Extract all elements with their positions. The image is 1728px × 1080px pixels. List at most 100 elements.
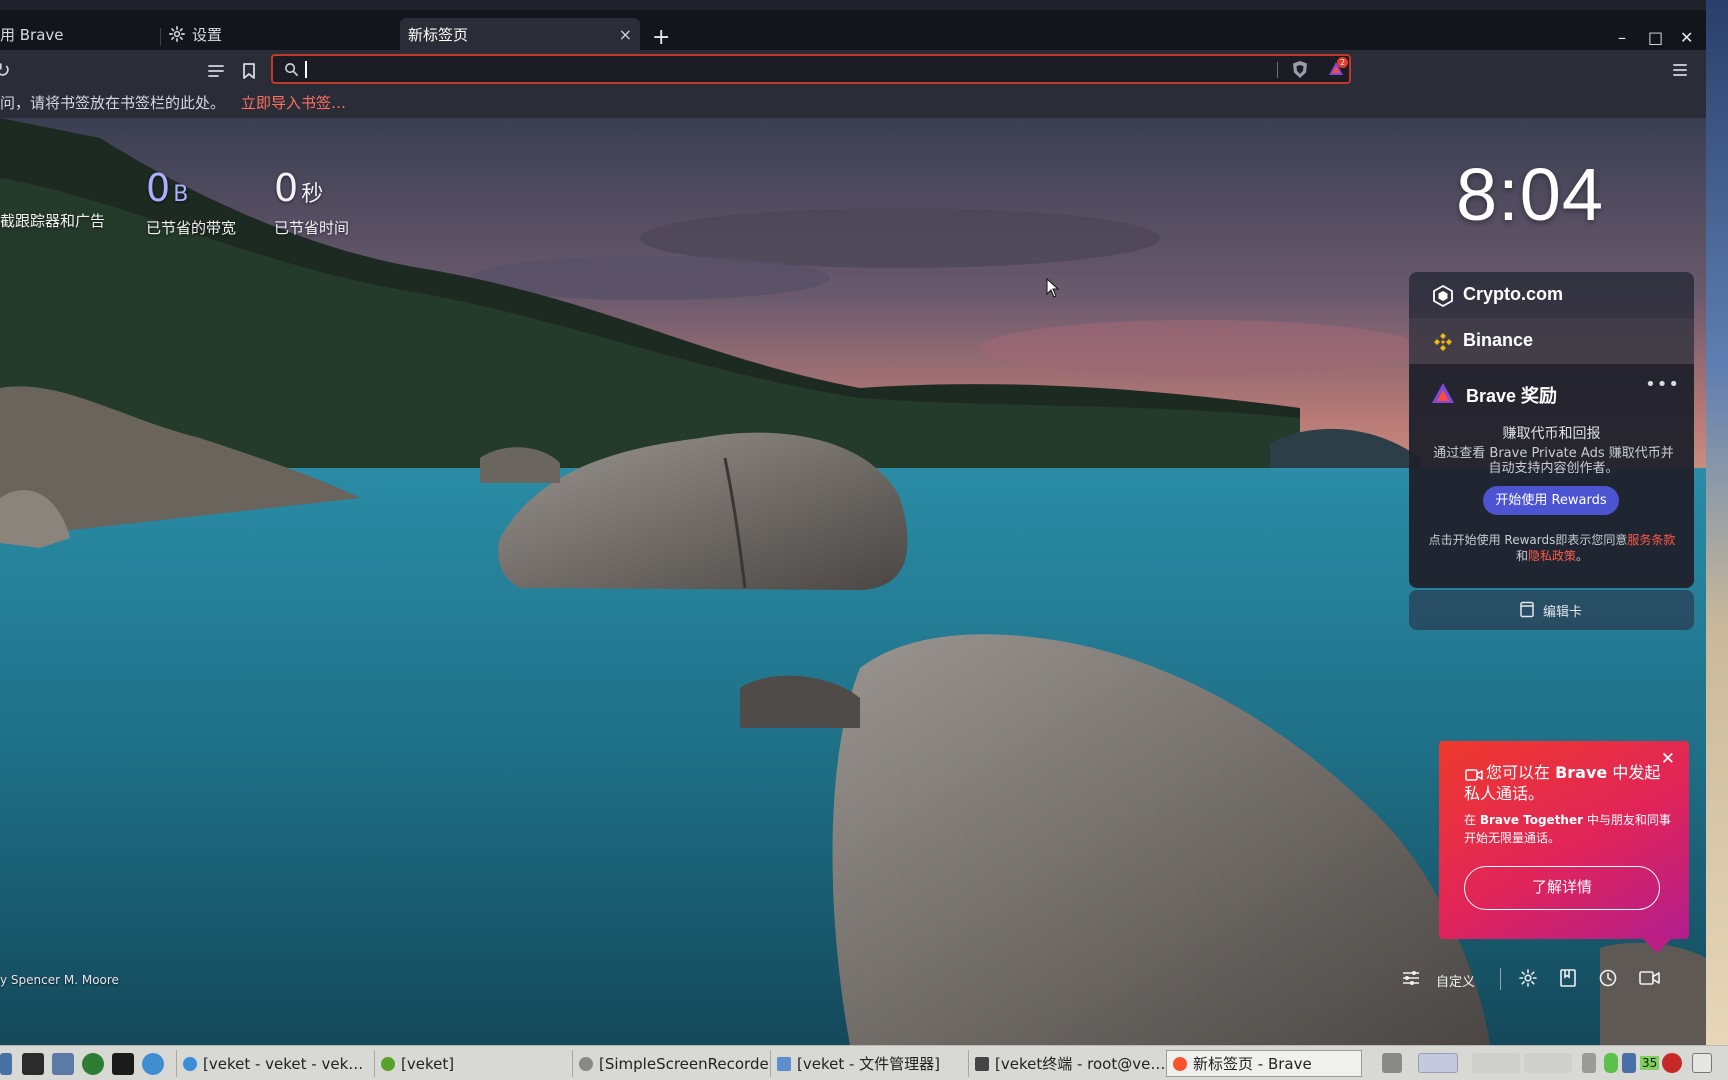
taskbar-item[interactable]: [SimpleScreenRecorder] bbox=[572, 1050, 768, 1077]
brave-talk-icon[interactable] bbox=[1638, 968, 1662, 988]
tab-settings[interactable]: 设置 bbox=[160, 18, 400, 50]
taskbar-item-label: [veket] bbox=[401, 1054, 455, 1073]
learn-more-button[interactable]: 了解详情 bbox=[1464, 866, 1660, 910]
search-icon bbox=[285, 63, 298, 76]
tab-label: 设置 bbox=[192, 25, 223, 44]
network-tray-icon[interactable] bbox=[1622, 1053, 1636, 1073]
new-tab-page: 截跟踪器和广告 0B 已节省的带宽 0秒 已节省时间 8:04 Crypto.c… bbox=[0, 118, 1706, 1045]
taskbar-item[interactable]: [veket - veket - vek… bbox=[176, 1050, 372, 1077]
workspace-1[interactable] bbox=[1418, 1053, 1458, 1073]
rewards-legal-text: 点击开始使用 Rewards即表示您同意服务条款和隐私政策。 bbox=[1427, 532, 1677, 564]
file-manager-icon bbox=[777, 1056, 791, 1071]
hamburger-menu-icon[interactable] bbox=[1671, 61, 1689, 79]
rewards-badge: 2 bbox=[1337, 57, 1348, 68]
keyboard-tray-icon[interactable] bbox=[1582, 1053, 1596, 1073]
binance-title: Binance bbox=[1463, 330, 1534, 350]
bookmarks-icon[interactable] bbox=[1558, 968, 1578, 988]
settings-launcher-icon[interactable] bbox=[52, 1053, 74, 1075]
address-bar[interactable]: 2 bbox=[271, 54, 1351, 84]
workspace-2[interactable] bbox=[1472, 1053, 1520, 1073]
binance-icon bbox=[1434, 333, 1452, 351]
toolbar: ↻ 2 bbox=[0, 50, 1706, 92]
brave-rewards-card: Brave 奖励 ••• 赚取代币和回报 通过查看 Brave Private … bbox=[1409, 364, 1694, 588]
taskbar-item-label: [veket终端 - root@ve… bbox=[995, 1055, 1164, 1073]
stat-unit: 秒 bbox=[301, 182, 324, 207]
text-caret bbox=[305, 61, 307, 78]
stat-label: 已节省的带宽 bbox=[146, 219, 237, 237]
stat-label: 已节省时间 bbox=[274, 219, 350, 237]
popup-headline: 您可以在 Brave 中发起私人通话。 bbox=[1464, 762, 1664, 804]
import-bookmarks-link[interactable]: 立即导入书签… bbox=[241, 92, 346, 113]
privacy-link[interactable]: 隐私政策 bbox=[1528, 549, 1576, 563]
terms-link[interactable]: 服务条款 bbox=[1627, 533, 1675, 547]
workspace-3[interactable] bbox=[1524, 1053, 1572, 1073]
brave-icon bbox=[1173, 1056, 1187, 1071]
edit-cards-label: 编辑卡 bbox=[1543, 605, 1583, 620]
start-rewards-button[interactable]: 开始使用 Rewards bbox=[1483, 486, 1619, 515]
browser-window: 用 Brave 设置 新标签页 × + – □ ✕ ↻ 2 问，请将书签放在书签… bbox=[0, 0, 1706, 1045]
crypto-com-title: Crypto.com bbox=[1463, 284, 1564, 304]
stat-time-saved: 0秒 已节省时间 bbox=[274, 166, 349, 238]
screenshot-tray-icon[interactable] bbox=[1382, 1053, 1402, 1073]
more-options-icon[interactable]: ••• bbox=[1645, 374, 1680, 395]
app-icon bbox=[381, 1056, 395, 1071]
rewards-subtitle: 赚取代币和回报 bbox=[1502, 426, 1601, 442]
tab-close-icon[interactable]: × bbox=[619, 25, 632, 44]
start-menu-icon[interactable] bbox=[0, 1053, 12, 1075]
legal-period: 。 bbox=[1576, 549, 1589, 563]
brave-rewards-logo-icon bbox=[1432, 383, 1454, 403]
widget-stack: Crypto.com Binance Brave 奖励 ••• 赚取代币和回报 … bbox=[1409, 272, 1694, 588]
tab-brave[interactable]: 用 Brave bbox=[0, 18, 160, 50]
terminal-launcher-icon[interactable] bbox=[112, 1053, 134, 1075]
body-brave-together: Brave Together bbox=[1479, 813, 1584, 827]
toolbar-divider bbox=[1500, 968, 1501, 990]
system-monitor-icon[interactable] bbox=[22, 1053, 44, 1075]
brave-shields-icon[interactable] bbox=[1291, 60, 1309, 79]
customize-label[interactable]: 自定义 bbox=[1436, 971, 1475, 990]
taskbar-item[interactable]: [veket] bbox=[374, 1050, 570, 1077]
crypto-com-icon bbox=[1433, 284, 1453, 308]
desktop-background bbox=[1706, 0, 1728, 1045]
close-window-button[interactable]: ✕ bbox=[1680, 28, 1693, 47]
taskbar-item-active[interactable]: 新标签页 - Brave bbox=[1166, 1050, 1362, 1077]
headline-brave: Brave bbox=[1555, 763, 1608, 782]
settings-gear-icon[interactable] bbox=[1518, 968, 1538, 988]
customize-icon[interactable] bbox=[1401, 968, 1421, 988]
terminal-icon bbox=[975, 1056, 989, 1071]
binance-card[interactable]: Binance bbox=[1409, 318, 1694, 364]
headline-text: 您可以在 bbox=[1486, 763, 1556, 782]
new-tab-button[interactable]: + bbox=[652, 27, 670, 49]
minimize-button[interactable]: – bbox=[1618, 28, 1626, 47]
bookmarks-bar: 问，请将书签放在书签栏的此处。 立即导入书签… bbox=[0, 92, 1706, 118]
omnibox-divider bbox=[1277, 62, 1278, 78]
history-icon[interactable] bbox=[1598, 968, 1618, 988]
taskbar-item-label: 新标签页 - Brave bbox=[1193, 1055, 1312, 1073]
tab-label: 用 Brave bbox=[0, 25, 64, 44]
legal-and: 和 bbox=[1515, 549, 1528, 563]
tab-new-tab-page[interactable]: 新标签页 × bbox=[400, 18, 640, 50]
gear-icon bbox=[169, 26, 185, 42]
recorder-icon bbox=[579, 1056, 593, 1071]
recording-tray-icon[interactable] bbox=[1662, 1053, 1682, 1073]
maximize-button[interactable]: □ bbox=[1648, 28, 1663, 47]
body-text: 在 bbox=[1464, 813, 1480, 827]
taskbar-item[interactable]: [veket - 文件管理器] bbox=[770, 1050, 966, 1077]
cpu-indicator: 35 bbox=[1640, 1056, 1660, 1070]
edit-cards-icon bbox=[1520, 601, 1534, 618]
rewards-description: 通过查看 Brave Private Ads 赚取代币并自动支持内容创作者。 bbox=[1433, 446, 1674, 476]
stat-bandwidth: 0B 已节省的带宽 bbox=[146, 166, 236, 238]
media-player-icon[interactable] bbox=[82, 1053, 104, 1075]
stat-unit: B bbox=[173, 182, 189, 207]
reload-button[interactable]: ↻ bbox=[0, 58, 11, 82]
battery-tray-icon[interactable] bbox=[1604, 1053, 1618, 1073]
rewards-title: Brave 奖励 bbox=[1466, 386, 1558, 406]
clipboard-tray-icon[interactable] bbox=[1692, 1053, 1712, 1073]
reading-list-icon[interactable] bbox=[206, 61, 226, 81]
browser-launcher-icon[interactable] bbox=[142, 1053, 164, 1075]
edit-cards-button[interactable]: 编辑卡 bbox=[1409, 590, 1694, 630]
bookmark-icon[interactable] bbox=[239, 61, 259, 81]
taskbar-item[interactable]: [veket终端 - root@ve… bbox=[968, 1050, 1164, 1077]
photo-credit[interactable]: y Spencer M. Moore bbox=[0, 973, 119, 987]
stat-trackers: 截跟踪器和广告 bbox=[0, 166, 105, 231]
crypto-com-card[interactable]: Crypto.com bbox=[1409, 272, 1694, 318]
